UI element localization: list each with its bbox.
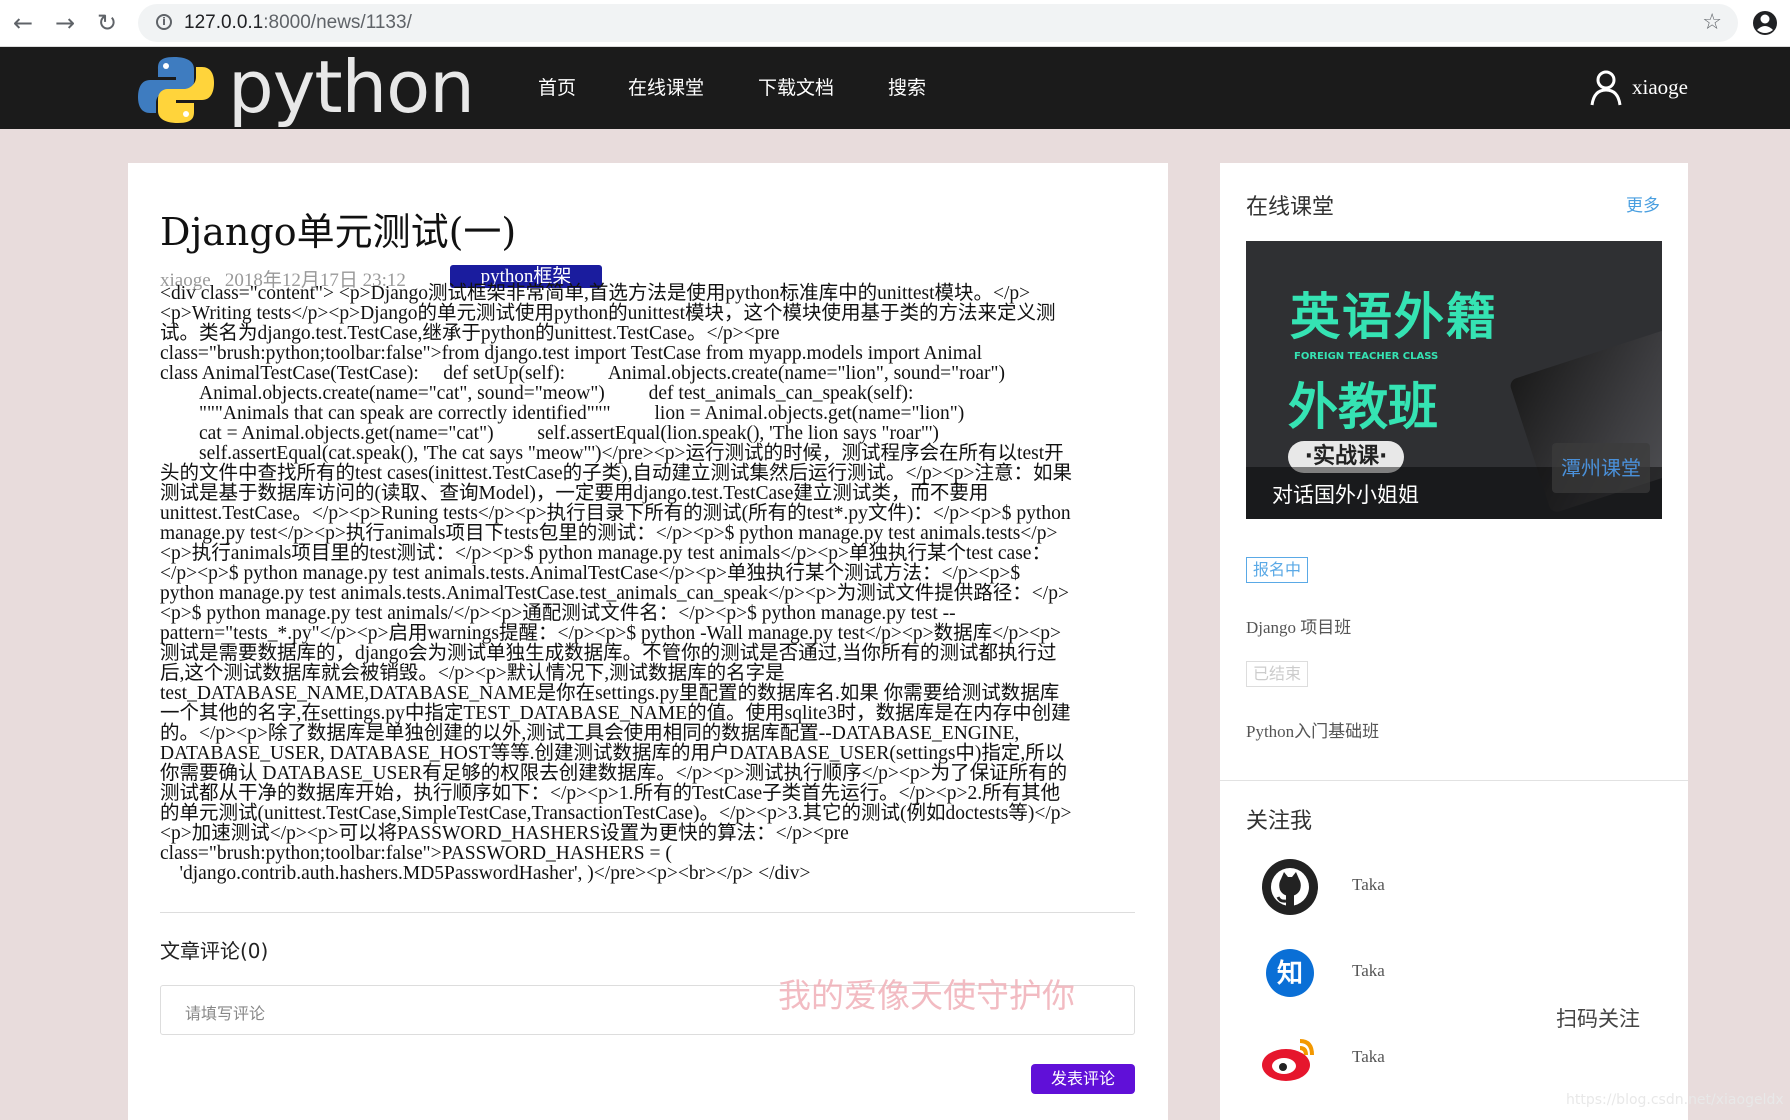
online-class-title: 在线课堂 — [1246, 195, 1335, 220]
github-icon[interactable] — [1260, 857, 1320, 917]
browser-toolbar: ← → ↻ i 127.0.0.1:8000/news/1133/ ☆ — [0, 0, 1790, 47]
site-info-icon[interactable]: i — [156, 14, 172, 30]
python-snake-icon — [138, 57, 214, 123]
bookmark-star-icon[interactable]: ☆ — [1702, 4, 1722, 42]
course-link-python-basics[interactable]: Python入门基础班 — [1246, 717, 1379, 742]
follow-label-weibo[interactable]: Taka — [1352, 1047, 1385, 1067]
weibo-icon[interactable] — [1260, 1029, 1320, 1089]
article-card: Django单元测试(一) xiaoge 2018年12月17日 23:12 p… — [128, 163, 1168, 1120]
address-bar[interactable]: i 127.0.0.1:8000/news/1133/ ☆ — [138, 4, 1738, 42]
site-header: python 首页 在线课堂 下载文档 搜索 xiaoge — [0, 45, 1790, 129]
banner-subtitle: FOREIGN TEACHER CLASS — [1294, 351, 1439, 362]
nav-online-class[interactable]: 在线课堂 — [628, 47, 704, 129]
follow-title: 关注我 — [1246, 809, 1313, 834]
reload-icon[interactable]: ↻ — [92, 8, 122, 38]
username: xiaoge — [1632, 75, 1688, 99]
status-badge-ended: 已结束 — [1246, 661, 1308, 687]
more-link[interactable]: 更多 — [1626, 191, 1660, 216]
browser-profile-icon[interactable] — [1750, 8, 1780, 38]
comment-placeholder: 请填写评论 — [185, 1004, 266, 1023]
logo-wordmark: python — [228, 45, 475, 129]
follow-label-zhihu[interactable]: Taka — [1352, 961, 1385, 981]
course-banner[interactable]: 英语外籍 FOREIGN TEACHER CLASS 外教班 ·实战课· 对话国… — [1246, 241, 1662, 519]
url-host: 127.0.0.1 — [184, 12, 264, 33]
article-content: <div class="content"> <p>Django测试框架非常简单,… — [160, 283, 1072, 884]
scan-follow-text: 扫码关注 — [1556, 1007, 1640, 1031]
content-divider — [160, 912, 1135, 913]
comments-title: 文章评论(0) — [160, 939, 269, 963]
svg-text:知: 知 — [1277, 959, 1303, 989]
banner-caption: 对话国外小姐姐 — [1272, 483, 1419, 507]
follow-label-github[interactable]: Taka — [1352, 875, 1385, 895]
url-text[interactable]: 127.0.0.1:8000/news/1133/ — [184, 4, 412, 42]
python-logo[interactable]: python — [136, 45, 475, 129]
back-arrow-icon[interactable]: ← — [8, 8, 38, 38]
status-badge-enrolling: 报名中 — [1246, 557, 1308, 583]
forward-arrow-icon[interactable]: → — [50, 8, 80, 38]
url-path: :8000/news/1133/ — [263, 12, 412, 33]
sidebar: 在线课堂 更多 英语外籍 FOREIGN TEACHER CLASS 外教班 ·… — [1220, 163, 1688, 1120]
course-link-django[interactable]: Django 项目班 — [1246, 613, 1351, 638]
submit-comment-button[interactable]: 发表评论 — [1031, 1064, 1135, 1094]
banner-headline-2: 外教班 — [1288, 378, 1438, 436]
nav-search[interactable]: 搜索 — [888, 47, 926, 129]
banner-headline: 英语外籍 — [1290, 288, 1498, 346]
user-icon — [1590, 70, 1622, 106]
nav-download-docs[interactable]: 下载文档 — [758, 47, 834, 129]
article-title: Django单元测试(一) — [160, 210, 517, 254]
overlay-watermark-text: 我的爱像天使守护你 — [778, 976, 1075, 1015]
page-watermark: https://blog.csdn.net/xiaogeldx — [1566, 1092, 1784, 1108]
zhihu-icon[interactable]: 知 — [1260, 943, 1320, 1003]
nav-home[interactable]: 首页 — [538, 47, 576, 129]
banner-logo: 潭州课堂 — [1552, 443, 1650, 493]
sidebar-divider — [1220, 780, 1688, 781]
